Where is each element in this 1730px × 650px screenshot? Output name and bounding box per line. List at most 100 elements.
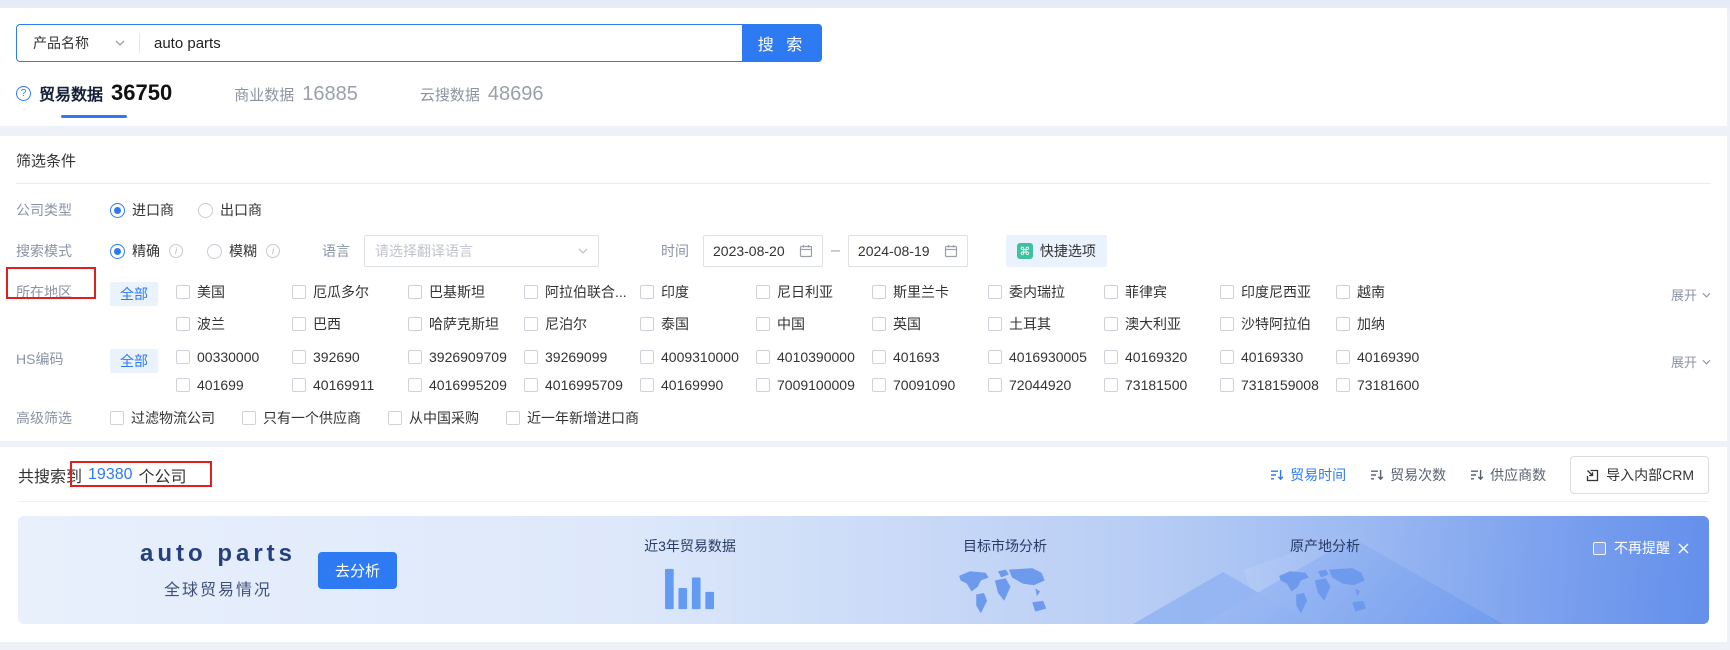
- hs-checkbox[interactable]: 40169330: [1220, 349, 1336, 365]
- info-icon[interactable]: [169, 244, 183, 258]
- region-checkbox[interactable]: 泰国: [640, 314, 756, 334]
- sort-supplier-count[interactable]: 供应商数: [1470, 465, 1546, 485]
- hs-checkbox[interactable]: 392690: [292, 349, 408, 365]
- region-checkbox[interactable]: 沙特阿拉伯: [1220, 314, 1336, 334]
- filter-title: 筛选条件: [16, 153, 77, 170]
- analyze-button[interactable]: 去分析: [318, 551, 398, 589]
- feature-target-market[interactable]: 目标市场分析: [895, 536, 1115, 621]
- hs-checkbox[interactable]: 39269099: [524, 349, 640, 365]
- advanced-filter-row: 高级筛选 过滤物流公司 只有一个供应商 从中国采购 近一年新增进口商: [16, 408, 1711, 428]
- checkbox-label: 哈萨克斯坦: [429, 316, 499, 332]
- region-checkbox[interactable]: 土耳其: [988, 314, 1104, 334]
- region-checkbox[interactable]: 波兰: [176, 314, 292, 334]
- hs-checkbox[interactable]: 4016995209: [408, 377, 524, 393]
- region-checkbox[interactable]: 厄瓜多尔: [292, 282, 408, 302]
- tab-cloud-data[interactable]: 云搜数据 48696: [420, 83, 544, 118]
- search-input[interactable]: auto parts: [140, 25, 742, 61]
- hs-checkbox[interactable]: 3926909709: [408, 349, 524, 365]
- close-icon[interactable]: [1678, 543, 1689, 554]
- hs-checkbox[interactable]: 73181500: [1104, 377, 1220, 393]
- date-end-input[interactable]: 2024-08-19: [847, 235, 968, 267]
- hs-code-label: HS编码: [16, 351, 64, 367]
- hs-checkbox[interactable]: 73181600: [1336, 377, 1452, 393]
- radio-exporter[interactable]: 出口商: [198, 200, 262, 220]
- checkbox-label: 沙特阿拉伯: [1241, 316, 1311, 332]
- hs-checkbox[interactable]: 40169320: [1104, 349, 1220, 365]
- advanced-checkbox[interactable]: 近一年新增进口商: [506, 408, 639, 428]
- hs-expand-link[interactable]: 展开: [1671, 349, 1711, 371]
- region-checkbox[interactable]: 印度尼西亚: [1220, 282, 1336, 302]
- region-checkbox[interactable]: 斯里兰卡: [872, 282, 988, 302]
- quick-options-button[interactable]: 快捷选项: [1005, 235, 1107, 267]
- hs-all-button[interactable]: 全部: [110, 349, 158, 373]
- feature-origin-analysis[interactable]: 原产地分析: [1215, 536, 1435, 621]
- hs-checkbox[interactable]: 4016995709: [524, 377, 640, 393]
- radio-importer[interactable]: 进口商: [110, 200, 174, 220]
- hs-checkbox[interactable]: 4010390000: [756, 349, 872, 365]
- checkbox-label: 委内瑞拉: [1009, 284, 1065, 300]
- advanced-checkbox[interactable]: 只有一个供应商: [242, 408, 361, 428]
- sort-trade-time[interactable]: 贸易时间: [1270, 465, 1346, 485]
- region-expand-link[interactable]: 展开: [1671, 282, 1711, 304]
- tab-business-data[interactable]: 商业数据 16885: [234, 83, 358, 118]
- region-checkbox[interactable]: 澳大利亚: [1104, 314, 1220, 334]
- time-label: 时间: [661, 243, 689, 259]
- checkbox-label: 4016930005: [1009, 349, 1087, 365]
- checkbox-icon: [872, 317, 886, 331]
- checkbox-label: 加纳: [1357, 316, 1385, 332]
- region-all-button[interactable]: 全部: [110, 282, 158, 306]
- hs-checkbox[interactable]: 40169990: [640, 377, 756, 393]
- tab-label: 云搜数据: [419, 87, 480, 104]
- region-checkbox[interactable]: 印度: [640, 282, 756, 302]
- dismiss-control[interactable]: 不再提醒: [1593, 538, 1689, 558]
- region-checkbox[interactable]: 巴西: [292, 314, 408, 334]
- region-checkbox[interactable]: 尼泊尔: [524, 314, 640, 334]
- checkbox-label: 过滤物流公司: [131, 410, 215, 426]
- date-start-input[interactable]: 2023-08-20: [703, 235, 823, 267]
- region-checkbox[interactable]: 越南: [1336, 282, 1452, 302]
- hs-checkbox[interactable]: 7318159008: [1220, 377, 1336, 393]
- hs-checkbox[interactable]: 00330000: [176, 349, 292, 365]
- hs-checkbox[interactable]: 4016930005: [988, 349, 1104, 365]
- hs-checkbox[interactable]: 401699: [176, 377, 292, 393]
- sort-trade-count[interactable]: 贸易次数: [1370, 465, 1446, 485]
- hs-checkbox[interactable]: 70091090: [872, 377, 988, 393]
- feature-label: 原产地分析: [1290, 538, 1360, 554]
- region-checkbox[interactable]: 菲律宾: [1104, 282, 1220, 302]
- feature-trade-data[interactable]: 近3年贸易数据: [580, 536, 800, 613]
- hs-checkbox[interactable]: 7009100009: [756, 377, 872, 393]
- bar-chart-icon: [665, 568, 714, 610]
- region-checkbox[interactable]: 哈萨克斯坦: [408, 314, 524, 334]
- checkbox-icon: [640, 350, 654, 364]
- import-crm-button[interactable]: 导入内部CRM: [1570, 456, 1709, 494]
- checkbox-icon: [110, 411, 124, 425]
- region-checkbox[interactable]: 阿拉伯联合...: [524, 282, 640, 302]
- hs-checkbox[interactable]: 4009310000: [640, 349, 756, 365]
- checkbox-label: 401699: [197, 377, 244, 393]
- hs-checkbox[interactable]: 40169390: [1336, 349, 1452, 365]
- search-category-dropdown[interactable]: 产品名称: [17, 25, 139, 61]
- region-checkbox[interactable]: 美国: [176, 282, 292, 302]
- region-checkbox[interactable]: 尼日利亚: [756, 282, 872, 302]
- info-icon[interactable]: [266, 244, 280, 258]
- radio-exact[interactable]: 精确: [110, 241, 183, 261]
- region-checkbox[interactable]: 英国: [872, 314, 988, 334]
- region-checkbox[interactable]: 加纳: [1336, 314, 1452, 334]
- advanced-checkbox[interactable]: 从中国采购: [388, 408, 479, 428]
- radio-fuzzy[interactable]: 模糊: [207, 241, 280, 261]
- search-button[interactable]: 搜 索: [742, 24, 822, 62]
- search-mode-row: 搜索模式 精确 模糊 语言 请选择翻译语言 时间 2023-08-20 – 20…: [16, 235, 1711, 267]
- checkbox-icon: [872, 378, 886, 392]
- calendar-icon: [944, 245, 958, 258]
- language-select[interactable]: 请选择翻译语言: [364, 235, 599, 267]
- region-checkbox[interactable]: 巴基斯坦: [408, 282, 524, 302]
- region-checkbox[interactable]: 委内瑞拉: [988, 282, 1104, 302]
- radio-icon: [110, 243, 125, 259]
- hs-checkbox[interactable]: 72044920: [988, 377, 1104, 393]
- tab-trade-data[interactable]: 贸易数据 36750: [16, 80, 172, 118]
- hs-checkbox[interactable]: 401693: [872, 349, 988, 365]
- advanced-checkbox[interactable]: 过滤物流公司: [110, 408, 215, 428]
- hs-checkbox[interactable]: 40169911: [292, 377, 408, 393]
- dismiss-checkbox[interactable]: [1593, 541, 1606, 555]
- region-checkbox[interactable]: 中国: [756, 314, 872, 334]
